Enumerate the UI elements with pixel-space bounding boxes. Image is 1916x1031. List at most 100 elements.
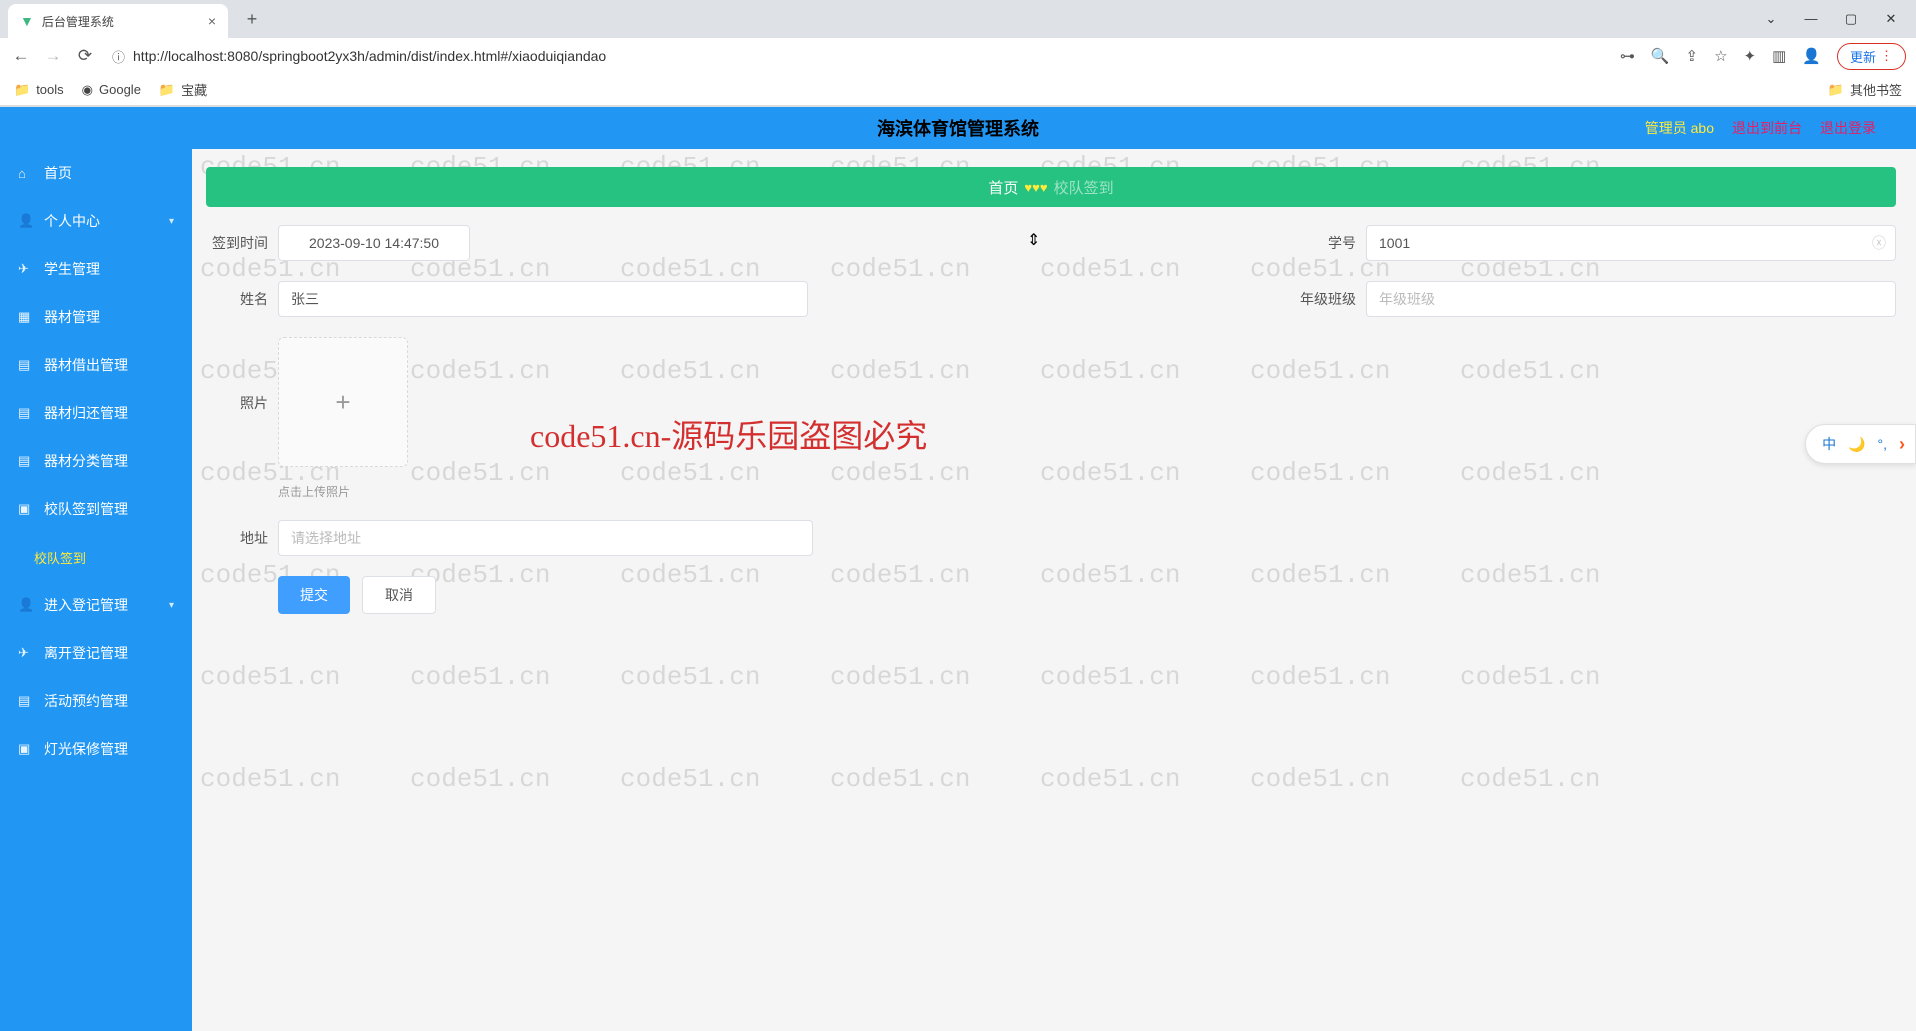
moon-icon[interactable]: 🌙 bbox=[1848, 436, 1865, 453]
logout-link[interactable]: 退出登录 bbox=[1820, 118, 1876, 138]
plus-icon: + bbox=[335, 387, 350, 418]
photo-upload[interactable]: + bbox=[278, 337, 408, 467]
ime-toolbar[interactable]: 中 🌙 °, › bbox=[1805, 424, 1916, 464]
browser-chrome: ▼ 后台管理系统 × + ⌄ — ▢ ✕ ← → ⟳ ⓘ http://loca… bbox=[0, 0, 1916, 107]
class-input[interactable] bbox=[1366, 281, 1896, 317]
menu-label: 进入登记管理 bbox=[44, 595, 128, 615]
admin-link[interactable]: 管理员 abo bbox=[1645, 118, 1714, 138]
sidebar-item-1[interactable]: 👤个人中心 bbox=[0, 197, 192, 245]
sidebar-item-7[interactable]: ▣ 校队签到管理 bbox=[0, 485, 192, 533]
checkin-time-label: 签到时间 bbox=[206, 233, 278, 253]
share-icon[interactable]: ⇪ bbox=[1686, 47, 1699, 65]
sidebar-item-5[interactable]: ▤器材归还管理 bbox=[0, 389, 192, 437]
maximize-icon[interactable]: ▢ bbox=[1840, 11, 1862, 27]
close-window-icon[interactable]: ✕ bbox=[1880, 11, 1902, 27]
to-front-link[interactable]: 退出到前台 bbox=[1732, 118, 1802, 138]
url-input[interactable]: ⓘ http://localhost:8080/springboot2yx3h/… bbox=[106, 47, 1610, 66]
sidebar-item-11[interactable]: ▤ 活动预约管理 bbox=[0, 677, 192, 725]
menu-icon: 👤 bbox=[18, 213, 34, 229]
breadcrumb: 首页 ♥♥♥ 校队签到 bbox=[206, 167, 1896, 207]
chevron-right-icon[interactable]: › bbox=[1899, 434, 1905, 455]
update-button[interactable]: 更新 ⋮ bbox=[1837, 43, 1906, 70]
address-input[interactable] bbox=[278, 520, 813, 556]
close-icon[interactable]: × bbox=[208, 13, 216, 29]
menu-label: 校队签到管理 bbox=[44, 499, 128, 519]
reload-icon[interactable]: ⟳ bbox=[74, 46, 96, 66]
cancel-button[interactable]: 取消 bbox=[362, 576, 436, 614]
sidebar-item-8[interactable]: 校队签到 bbox=[0, 533, 192, 581]
hearts-icon: ♥♥♥ bbox=[1024, 180, 1047, 195]
sidebar-item-9[interactable]: 👤 进入登记管理 bbox=[0, 581, 192, 629]
window-controls: ⌄ — ▢ ✕ bbox=[1760, 11, 1916, 27]
student-id-input[interactable] bbox=[1366, 225, 1896, 261]
ime-comma[interactable]: °, bbox=[1878, 436, 1888, 452]
menu-icon: ▤ bbox=[18, 693, 34, 709]
clear-icon[interactable]: ⓧ bbox=[1872, 233, 1886, 253]
sidebar-item-2[interactable]: ✈学生管理 bbox=[0, 245, 192, 293]
menu-label: 首页 bbox=[44, 163, 72, 183]
menu-icon: ⌂ bbox=[18, 166, 34, 181]
menu-icon: 👤 bbox=[18, 597, 34, 613]
menu-label: 器材管理 bbox=[44, 307, 100, 327]
app-body: ⌂首页👤个人中心✈学生管理▦器材管理▤器材借出管理▤器材归还管理▤器材分类管理▣… bbox=[0, 149, 1916, 1031]
breadcrumb-current: 校队签到 bbox=[1054, 177, 1114, 198]
photo-label: 照片 bbox=[206, 337, 278, 413]
folder-icon: 📁 bbox=[14, 82, 30, 98]
sidepanel-icon[interactable]: ▥ bbox=[1772, 47, 1786, 65]
sidebar: ⌂首页👤个人中心✈学生管理▦器材管理▤器材借出管理▤器材归还管理▤器材分类管理▣… bbox=[0, 149, 192, 1031]
search-icon[interactable]: 🔍 bbox=[1651, 47, 1670, 65]
bookmark-tools[interactable]: 📁tools bbox=[14, 82, 64, 98]
bookmarks-bar: 📁tools ◉Google 📁宝藏 📁其他书签 bbox=[0, 74, 1916, 106]
menu-icon: ✈ bbox=[18, 645, 34, 661]
bookmark-icon[interactable]: ☆ bbox=[1714, 47, 1727, 65]
folder-icon: 📁 bbox=[159, 82, 175, 98]
sidebar-item-4[interactable]: ▤器材借出管理 bbox=[0, 341, 192, 389]
menu-label: 学生管理 bbox=[44, 259, 100, 279]
bookmark-other[interactable]: 📁其他书签 bbox=[1828, 80, 1902, 99]
menu-label: 器材分类管理 bbox=[44, 451, 128, 471]
app-header: 海滨体育馆管理系统 管理员 abo 退出到前台 退出登录 bbox=[0, 107, 1916, 149]
toolbar-icons: ⊶ 🔍 ⇪ ☆ ✦ ▥ 👤 更新 ⋮ bbox=[1620, 43, 1906, 70]
app-title: 海滨体育馆管理系统 bbox=[877, 115, 1039, 141]
sidebar-item-0[interactable]: ⌂ 首页 bbox=[0, 149, 192, 197]
breadcrumb-home[interactable]: 首页 bbox=[988, 177, 1018, 198]
name-input[interactable] bbox=[278, 281, 808, 317]
menu-label: 活动预约管理 bbox=[44, 691, 128, 711]
browser-tab[interactable]: ▼ 后台管理系统 × bbox=[8, 4, 228, 38]
menu-icon: ▦ bbox=[18, 309, 34, 325]
sidebar-item-10[interactable]: ✈离开登记管理 bbox=[0, 629, 192, 677]
sidebar-item-3[interactable]: ▦ 器材管理 bbox=[0, 293, 192, 341]
minimize-icon[interactable]: — bbox=[1800, 11, 1822, 27]
url-text: http://localhost:8080/springboot2yx3h/ad… bbox=[133, 48, 606, 64]
vue-icon: ▼ bbox=[20, 13, 34, 29]
submit-button[interactable]: 提交 bbox=[278, 576, 350, 614]
form: 签到时间 ◔ 学号 ⓧ 姓名 bbox=[206, 225, 1896, 614]
profile-icon[interactable]: 👤 bbox=[1802, 47, 1821, 65]
menu-icon: ▤ bbox=[18, 357, 34, 373]
menu-icon: ▣ bbox=[18, 501, 34, 517]
name-label: 姓名 bbox=[206, 289, 278, 309]
menu-label: 灯光保修管理 bbox=[44, 739, 128, 759]
sidebar-item-6[interactable]: ▤ 器材分类管理 bbox=[0, 437, 192, 485]
back-icon[interactable]: ← bbox=[10, 46, 32, 66]
menu-label: 器材归还管理 bbox=[44, 403, 128, 423]
new-tab-button[interactable]: + bbox=[238, 5, 266, 33]
student-id-label: 学号 bbox=[1294, 233, 1366, 253]
menu-icon: ▤ bbox=[18, 453, 34, 469]
password-icon[interactable]: ⊶ bbox=[1620, 47, 1635, 65]
menu-icon: ▣ bbox=[18, 741, 34, 757]
dropdown-icon[interactable]: ⌄ bbox=[1760, 11, 1782, 27]
extensions-icon[interactable]: ✦ bbox=[1744, 47, 1757, 65]
header-links: 管理员 abo 退出到前台 退出登录 bbox=[1645, 118, 1916, 138]
checkin-time-input[interactable] bbox=[278, 225, 470, 261]
photo-hint: 点击上传照片 bbox=[278, 483, 408, 500]
folder-icon: 📁 bbox=[1828, 82, 1844, 98]
ime-cn[interactable]: 中 bbox=[1822, 434, 1836, 454]
bookmark-google[interactable]: ◉Google bbox=[82, 82, 141, 98]
sidebar-item-12[interactable]: ▣ 灯光保修管理 bbox=[0, 725, 192, 773]
forward-icon: → bbox=[42, 46, 64, 66]
site-info-icon[interactable]: ⓘ bbox=[112, 47, 125, 66]
address-bar: ← → ⟳ ⓘ http://localhost:8080/springboot… bbox=[0, 38, 1916, 74]
bookmark-treasure[interactable]: 📁宝藏 bbox=[159, 80, 207, 99]
tab-title: 后台管理系统 bbox=[42, 13, 114, 30]
